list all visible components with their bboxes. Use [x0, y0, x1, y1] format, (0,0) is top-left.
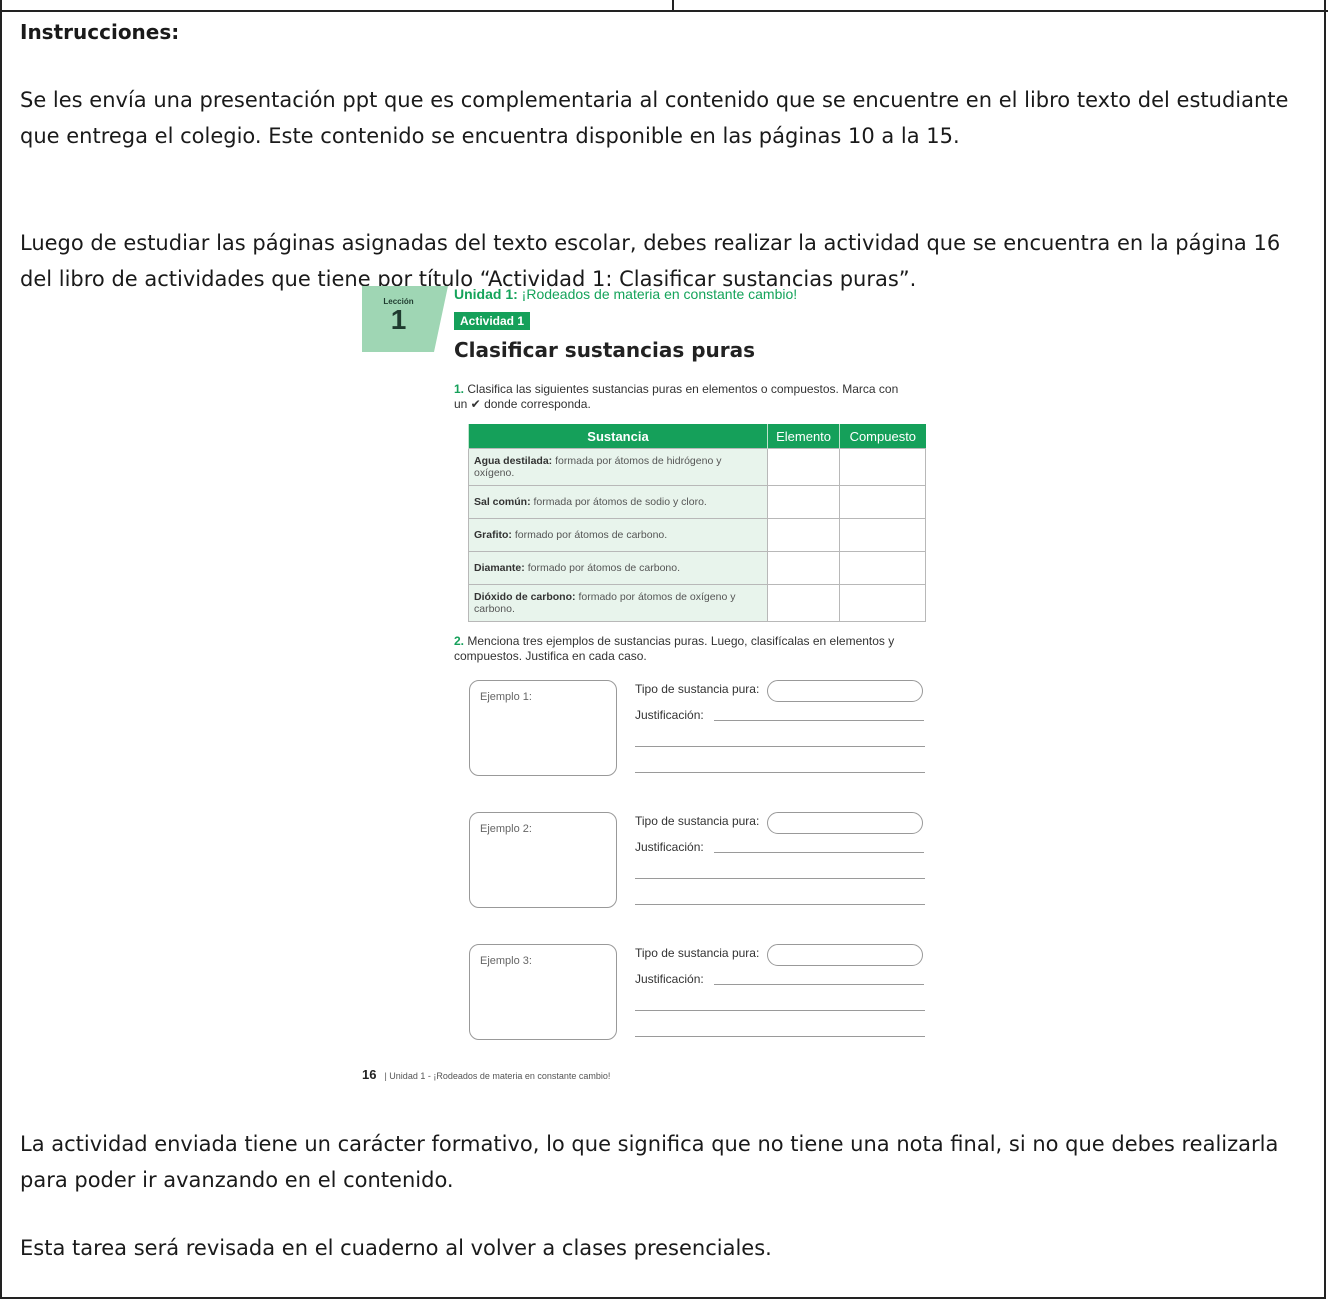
- justification-label: Justificación:: [635, 972, 704, 986]
- header-element: Elemento: [766, 424, 840, 449]
- type-label: Tipo de sustancia pura:: [635, 946, 760, 960]
- element-check-cell[interactable]: [766, 584, 841, 622]
- substance-name: Grafito:: [474, 529, 512, 541]
- compound-check-cell[interactable]: [839, 485, 926, 519]
- answer-line[interactable]: [714, 852, 924, 853]
- footer-text: | Unidad 1 - ¡Rodeados de materia en con…: [384, 1071, 611, 1081]
- substance-name: Agua destilada:: [474, 455, 553, 467]
- question-1: 1. Clasifica las siguientes sustancias p…: [454, 382, 904, 412]
- header-compound: Compuesto: [839, 424, 926, 449]
- table-row: Dióxido de carbono: formado por átomos d…: [468, 584, 926, 622]
- answer-line[interactable]: [635, 878, 925, 879]
- textbook-page-image: Lección 1 Unidad 1: ¡Rodeados de materia…: [362, 280, 932, 1082]
- table-header-row: Sustancia Elemento Compuesto: [468, 424, 926, 449]
- example-3-box[interactable]: Ejemplo 3:: [469, 944, 617, 1040]
- activity-title: Clasificar sustancias puras: [454, 338, 756, 362]
- substance-desc: formada por átomos de sodio y cloro.: [533, 496, 707, 508]
- substance-cell: Agua destilada: formada por átomos de hi…: [468, 448, 768, 486]
- answer-line[interactable]: [635, 904, 925, 905]
- page-number: 16: [362, 1067, 377, 1082]
- unit-name: ¡Rodeados de materia en constante cambio…: [521, 286, 798, 302]
- answer-line[interactable]: [714, 984, 924, 985]
- question-2-text: Menciona tres ejemplos de sustancias pur…: [454, 634, 895, 663]
- table-row: Diamante: formado por átomos de carbono.: [468, 551, 926, 585]
- substance-desc: formado por átomos de carbono.: [527, 562, 681, 574]
- substance-name: Diamante:: [474, 562, 525, 574]
- header-substance: Sustancia: [468, 424, 768, 449]
- unit-prefix: Unidad 1:: [454, 286, 518, 302]
- substance-cell: Grafito: formado por átomos de carbono.: [468, 518, 768, 552]
- type-label: Tipo de sustancia pura:: [635, 814, 760, 828]
- instructions-paragraph-3: La actividad enviada tiene un carácter f…: [20, 1132, 1279, 1192]
- example-2-box[interactable]: Ejemplo 2:: [469, 812, 617, 908]
- type-input[interactable]: [767, 812, 923, 834]
- activity-badge: Actividad 1: [454, 312, 531, 330]
- question-1-text: Clasifica las siguientes sustancias pura…: [454, 382, 899, 411]
- substance-name: Sal común:: [474, 496, 531, 508]
- type-input[interactable]: [767, 944, 923, 966]
- answer-line[interactable]: [714, 720, 924, 721]
- substance-name: Dióxido de carbono:: [474, 591, 576, 603]
- question-2: 2. Menciona tres ejemplos de sustancias …: [454, 634, 904, 664]
- answer-line[interactable]: [635, 772, 925, 773]
- element-check-cell[interactable]: [766, 518, 841, 552]
- substance-cell: Dióxido de carbono: formado por átomos d…: [468, 584, 768, 622]
- question-2-number: 2.: [454, 634, 465, 648]
- table-row: Sal común: formada por átomos de sodio y…: [468, 485, 926, 519]
- table-row: Agua destilada: formada por átomos de hi…: [468, 448, 926, 486]
- element-check-cell[interactable]: [766, 551, 841, 585]
- justification-label: Justificación:: [635, 840, 704, 854]
- type-input[interactable]: [767, 680, 923, 702]
- substance-desc: formado por átomos de carbono.: [514, 529, 668, 541]
- unit-title: Unidad 1: ¡Rodeados de materia en consta…: [454, 286, 797, 302]
- substance-cell: Sal común: formada por átomos de sodio y…: [468, 485, 768, 519]
- instructions-paragraph-4: Esta tarea será revisada en el cuaderno …: [20, 1236, 772, 1260]
- page-footer: 16 | Unidad 1 - ¡Rodeados de materia en c…: [362, 1067, 610, 1082]
- answer-line[interactable]: [635, 746, 925, 747]
- element-check-cell[interactable]: [766, 485, 841, 519]
- question-1-number: 1.: [454, 382, 465, 396]
- compound-check-cell[interactable]: [839, 448, 926, 486]
- substance-cell: Diamante: formado por átomos de carbono.: [468, 551, 768, 585]
- lesson-number: 1: [390, 304, 407, 335]
- element-check-cell[interactable]: [766, 448, 841, 486]
- justification-label: Justificación:: [635, 708, 704, 722]
- instructions-heading: Instrucciones:: [20, 20, 180, 44]
- compound-check-cell[interactable]: [839, 518, 926, 552]
- answer-line[interactable]: [635, 1036, 925, 1037]
- table-row: Grafito: formado por átomos de carbono.: [468, 518, 926, 552]
- type-label: Tipo de sustancia pura:: [635, 682, 760, 696]
- substances-table: Sustancia Elemento Compuesto Agua destil…: [468, 424, 926, 622]
- compound-check-cell[interactable]: [839, 584, 926, 622]
- instructions-paragraph-1: Se les envía una presentación ppt que es…: [20, 88, 1289, 148]
- answer-line[interactable]: [635, 1010, 925, 1011]
- example-1-box[interactable]: Ejemplo 1:: [469, 680, 617, 776]
- compound-check-cell[interactable]: [839, 551, 926, 585]
